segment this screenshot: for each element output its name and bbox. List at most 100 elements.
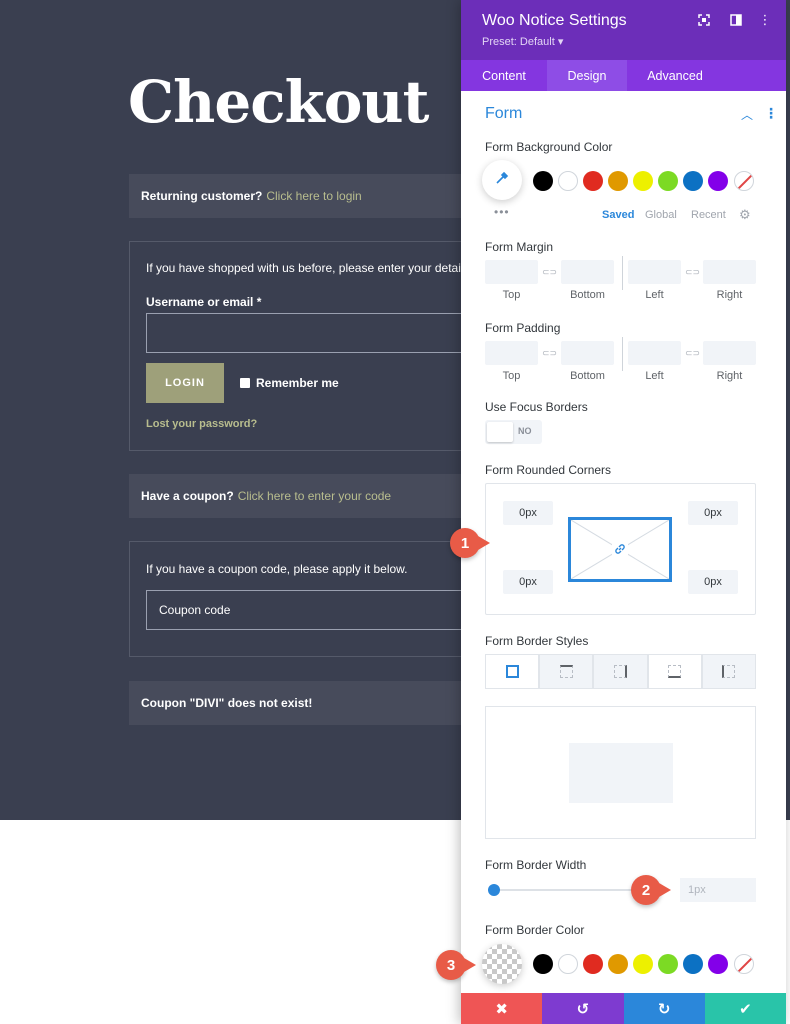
swatch-yellow[interactable] (633, 954, 653, 974)
link-icon[interactable]: ⊂⊃ (542, 348, 557, 359)
swatch-none-icon[interactable] (734, 954, 754, 974)
lost-password-link[interactable]: Lost your password? (146, 418, 257, 430)
username-label: Username or email * (146, 295, 262, 309)
swatch-green[interactable] (658, 954, 678, 974)
margin-left-label: Left (645, 289, 664, 301)
coupon-notice: Have a coupon? Click here to enter your … (129, 474, 469, 518)
focus-borders-toggle[interactable]: NO (485, 420, 542, 444)
padding-top-input[interactable] (485, 341, 538, 365)
swatch-yellow[interactable] (633, 171, 653, 191)
more-vertical-icon[interactable]: ⋮ (757, 12, 773, 28)
swatch-purple[interactable] (708, 171, 728, 191)
swatch-white[interactable] (558, 171, 578, 191)
swatch-blue[interactable] (683, 954, 703, 974)
swatch-orange[interactable] (608, 954, 628, 974)
split-view-icon[interactable] (728, 12, 744, 28)
corner-top-left-input[interactable]: 0px (503, 501, 553, 525)
padding-right-input[interactable] (703, 341, 756, 365)
link-icon[interactable]: ⊂⊃ (542, 267, 557, 278)
border-left-icon (722, 665, 736, 678)
undo-button[interactable]: ↺ (542, 993, 624, 1024)
palette-tab-saved[interactable]: Saved (602, 209, 634, 221)
tab-advanced[interactable]: Advanced (627, 60, 723, 91)
slider-handle[interactable] (488, 884, 500, 896)
coupon-placeholder: Coupon code (159, 603, 231, 617)
margin-top-input[interactable] (485, 260, 538, 284)
checkbox-icon[interactable] (240, 378, 250, 388)
remember-me-checkbox[interactable]: Remember me (240, 376, 339, 390)
padding-bottom-input[interactable] (561, 341, 614, 365)
border-all-button[interactable] (485, 654, 540, 689)
swatch-black[interactable] (533, 954, 553, 974)
login-link[interactable]: Click here to login (266, 189, 361, 203)
border-color-picker-button[interactable] (482, 944, 522, 984)
cancel-button[interactable]: ✖ (461, 993, 543, 1024)
border-right-button[interactable] (593, 654, 648, 689)
border-top-button[interactable] (539, 654, 594, 689)
error-text: Coupon "DIVI" does not exist! (141, 696, 313, 710)
palette-tab-global[interactable]: Global (645, 209, 677, 221)
close-icon: ✖ (495, 1000, 508, 1018)
login-button[interactable]: LOGIN (146, 363, 224, 403)
notice-text: Have a coupon? (141, 489, 234, 503)
tab-design[interactable]: Design (547, 60, 627, 91)
panel-header: Woo Notice Settings Preset: Default ▾ ⋮ (461, 0, 786, 60)
swatch-red[interactable] (583, 954, 603, 974)
coupon-intro: If you have a coupon code, please apply … (146, 562, 408, 576)
padding-left-input[interactable] (628, 341, 681, 365)
border-width-input[interactable]: 1px (680, 878, 756, 902)
action-bar: ✖ ↺ ↻ ✔ (461, 993, 786, 1024)
callout-badge-2: 2 (631, 875, 671, 905)
border-styles-label: Form Border Styles (485, 634, 589, 648)
chevron-up-icon[interactable]: ︿ (741, 106, 753, 123)
fullscreen-icon[interactable] (696, 12, 712, 28)
padding-left-label: Left (645, 370, 664, 382)
margin-left-input[interactable] (628, 260, 681, 284)
border-left-button[interactable] (701, 654, 756, 689)
swatch-red[interactable] (583, 171, 603, 191)
corner-top-right-input[interactable]: 0px (688, 501, 738, 525)
link-icon[interactable]: ⊂⊃ (685, 267, 700, 278)
coupon-code-input[interactable]: Coupon code (146, 590, 476, 630)
rounded-corners-control: 0px 0px 0px 0px (485, 483, 756, 615)
section-title-form[interactable]: Form (485, 105, 522, 123)
border-bottom-button[interactable] (647, 654, 702, 689)
palette-settings-icon[interactable]: ⚙ (739, 207, 751, 223)
border-width-slider[interactable] (492, 889, 632, 891)
border-preview (485, 706, 756, 839)
border-right-icon (613, 665, 627, 678)
padding-bottom-label: Bottom (570, 370, 605, 382)
color-picker-button[interactable] (482, 160, 522, 200)
section-more-icon[interactable]: ⋮ (764, 105, 778, 122)
corner-bottom-right-input[interactable]: 0px (688, 570, 738, 594)
link-icon[interactable]: ⊂⊃ (685, 348, 700, 359)
returning-customer-notice: Returning customer? Click here to login (129, 174, 469, 218)
palette-tab-recent[interactable]: Recent (691, 209, 726, 221)
swatch-green[interactable] (658, 171, 678, 191)
swatch-orange[interactable] (608, 171, 628, 191)
more-swatches-icon[interactable]: ••• (494, 205, 510, 219)
tab-content[interactable]: Content (461, 60, 547, 91)
swatch-black[interactable] (533, 171, 553, 191)
eyedropper-icon (495, 171, 509, 190)
swatch-white[interactable] (558, 954, 578, 974)
swatch-none-icon[interactable] (734, 171, 754, 191)
panel-title: Woo Notice Settings (482, 12, 627, 29)
link-corners-icon[interactable] (612, 541, 628, 557)
swatch-purple[interactable] (708, 954, 728, 974)
remember-me-label: Remember me (256, 376, 339, 390)
username-input[interactable] (146, 313, 476, 353)
redo-button[interactable]: ↻ (623, 993, 705, 1024)
save-button[interactable]: ✔ (704, 993, 786, 1024)
border-bottom-icon (668, 665, 682, 678)
coupon-error-notice: Coupon "DIVI" does not exist! (129, 681, 469, 725)
corner-bottom-left-input[interactable]: 0px (503, 570, 553, 594)
enter-coupon-link[interactable]: Click here to enter your code (238, 489, 391, 503)
swatch-blue[interactable] (683, 171, 703, 191)
preset-dropdown[interactable]: Preset: Default ▾ (482, 35, 563, 48)
margin-bottom-input[interactable] (561, 260, 614, 284)
padding-right-label: Right (716, 370, 743, 382)
margin-right-input[interactable] (703, 260, 756, 284)
undo-icon: ↺ (576, 1000, 590, 1018)
border-style-selector (485, 654, 756, 689)
